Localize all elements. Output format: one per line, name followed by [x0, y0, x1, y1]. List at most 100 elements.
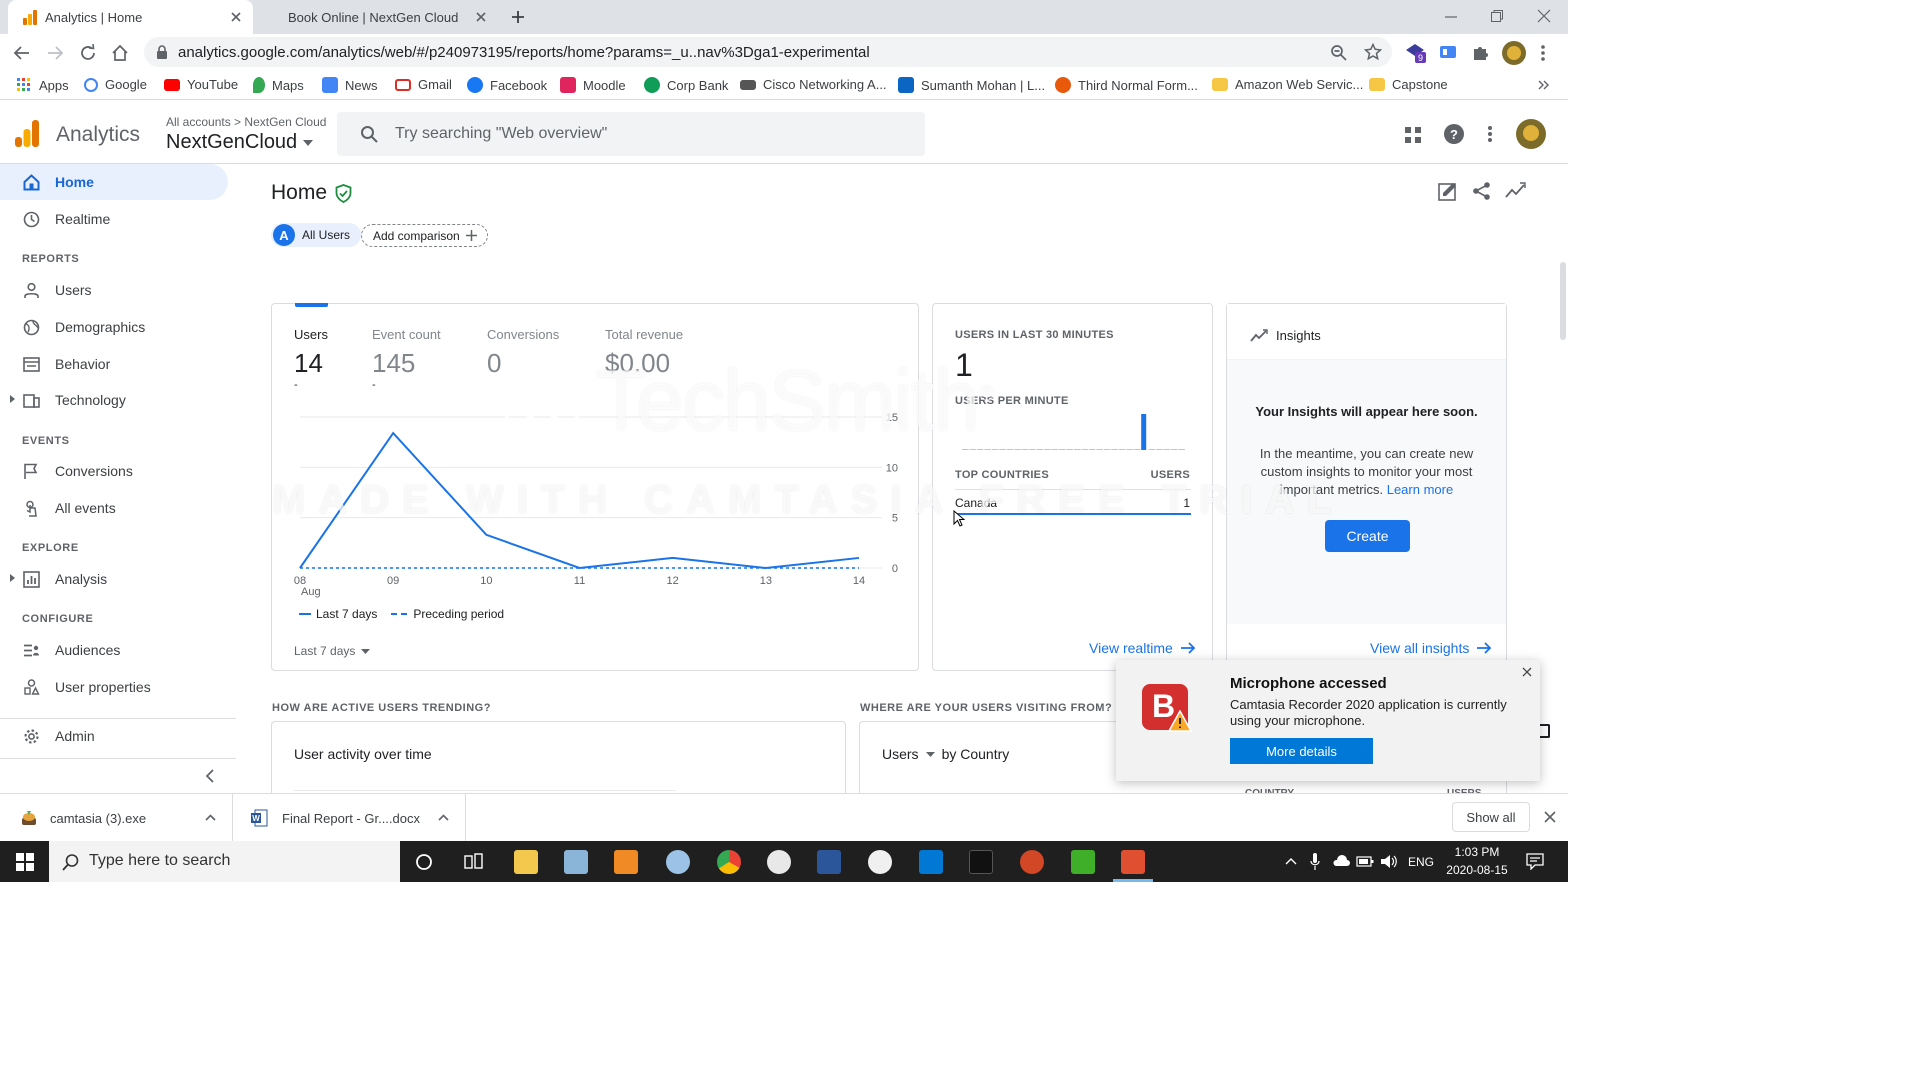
- more-details-button[interactable]: More details: [1230, 738, 1373, 764]
- account-avatar[interactable]: [1516, 119, 1546, 149]
- bookmark-apps[interactable]: Apps: [16, 77, 69, 93]
- metric-event-count[interactable]: Event count 145 -: [372, 327, 441, 391]
- nav-all-events[interactable]: All events: [0, 490, 228, 526]
- minimize-window-icon[interactable]: [1444, 10, 1458, 24]
- chrome-icon[interactable]: [717, 850, 741, 874]
- bookmark-gmail[interactable]: Gmail: [395, 77, 452, 92]
- zoom-icon[interactable]: [1330, 44, 1347, 61]
- nav-behavior[interactable]: Behavior: [0, 346, 228, 382]
- paint-icon[interactable]: [666, 850, 690, 874]
- battery-icon[interactable]: [1356, 855, 1374, 867]
- show-all-downloads-button[interactable]: Show all: [1452, 802, 1530, 832]
- new-tab-icon[interactable]: [510, 9, 526, 25]
- close-tab-icon[interactable]: [229, 10, 243, 24]
- profile-avatar[interactable]: [1502, 41, 1526, 65]
- restore-window-icon[interactable]: [1490, 9, 1504, 23]
- nav-realtime[interactable]: Realtime: [0, 201, 228, 237]
- microphone-icon[interactable]: [1310, 853, 1320, 870]
- close-tab-icon[interactable]: [474, 10, 488, 24]
- bookmark-google[interactable]: Google: [84, 77, 147, 92]
- property-selector[interactable]: NextGenCloud: [166, 131, 314, 154]
- download-item-final-report[interactable]: W Final Report - Gr....docx: [234, 794, 466, 842]
- clock-date[interactable]: 2020-08-15: [1444, 863, 1510, 877]
- onedrive-cloud-icon[interactable]: [1332, 855, 1350, 867]
- bookmark-aws-folder[interactable]: Amazon Web Servic...: [1212, 77, 1363, 92]
- word-icon[interactable]: [817, 850, 841, 874]
- bookmark-cisco[interactable]: Cisco Networking A...: [740, 77, 887, 92]
- reload-icon[interactable]: [79, 44, 97, 62]
- collapse-sidebar-chevron-icon[interactable]: [205, 769, 215, 783]
- nav-demographics[interactable]: Demographics: [0, 309, 228, 345]
- account-breadcrumb[interactable]: All accounts > NextGen Cloud: [166, 115, 326, 129]
- extension-badge-icon[interactable]: 9: [1404, 42, 1428, 64]
- bookmark-youtube[interactable]: YouTube: [164, 77, 238, 92]
- browser-menu-icon[interactable]: [1540, 44, 1546, 62]
- task-view-icon[interactable]: [464, 853, 484, 871]
- bookmark-maps[interactable]: Maps: [253, 77, 304, 93]
- analytics-logo-icon[interactable]: [14, 119, 40, 147]
- expand-caret-icon[interactable]: [10, 574, 15, 582]
- bookmark-facebook[interactable]: Facebook: [467, 77, 547, 93]
- nav-admin[interactable]: Admin: [0, 718, 228, 754]
- metric-users[interactable]: Users 14 -: [294, 327, 328, 391]
- address-bar[interactable]: analytics.google.com/analytics/web/#/p24…: [144, 37, 1392, 67]
- bookmark-linkedin[interactable]: Sumanth Mohan | L...: [898, 77, 1045, 93]
- action-center-icon[interactable]: [1526, 853, 1544, 870]
- country-metric-dropdown[interactable]: Users by Country: [882, 746, 1009, 762]
- taskbar-search-box[interactable]: Type here to search: [49, 841, 400, 882]
- bookmark-capstone-folder[interactable]: Capstone: [1369, 77, 1448, 92]
- segment-chip-all-users[interactable]: A All Users: [271, 223, 362, 247]
- nav-audiences[interactable]: Audiences: [0, 632, 228, 668]
- nav-technology[interactable]: Technology: [0, 382, 228, 418]
- back-arrow-icon[interactable]: [13, 44, 31, 62]
- share-icon[interactable]: [1472, 181, 1491, 201]
- extension-translate-icon[interactable]: [1439, 44, 1457, 60]
- show-hidden-icons-icon[interactable]: [1285, 857, 1297, 865]
- nav-users[interactable]: Users: [0, 272, 228, 308]
- camtasia-recorder-icon[interactable]: [1121, 850, 1145, 874]
- notepad-icon[interactable]: [564, 850, 588, 874]
- expand-caret-icon[interactable]: [10, 395, 15, 403]
- chevron-up-icon[interactable]: [205, 814, 216, 821]
- sublime-text-icon[interactable]: [614, 850, 638, 874]
- page-scrollbar[interactable]: [1560, 262, 1566, 340]
- cortana-icon[interactable]: [415, 853, 433, 871]
- apps-grid-icon[interactable]: [1405, 127, 1421, 143]
- tab-book-online[interactable]: Book Online | NextGen Cloud: [258, 0, 498, 34]
- nav-home[interactable]: Home: [0, 164, 228, 200]
- bookmark-news[interactable]: News: [322, 77, 378, 93]
- powerpoint-icon[interactable]: [1020, 850, 1044, 874]
- insights-sparkline-icon[interactable]: [1505, 182, 1526, 199]
- close-window-icon[interactable]: [1537, 9, 1551, 23]
- bookmark-third-normal-form[interactable]: Third Normal Form...: [1055, 77, 1198, 93]
- search-box[interactable]: Try searching "Web overview": [337, 112, 925, 156]
- bookmark-corp-bank[interactable]: Corp Bank: [644, 77, 728, 93]
- view-realtime-link[interactable]: View realtime: [1089, 640, 1196, 656]
- close-download-shelf-icon[interactable]: [1544, 811, 1556, 823]
- close-notification-icon[interactable]: [1522, 667, 1532, 677]
- date-range-selector[interactable]: Last 7 days: [294, 644, 371, 658]
- extensions-puzzle-icon[interactable]: [1472, 44, 1489, 61]
- itunes-icon[interactable]: [868, 850, 892, 874]
- tab-analytics-home[interactable]: Analytics | Home: [8, 0, 253, 34]
- language-indicator[interactable]: ENG: [1408, 855, 1434, 869]
- add-comparison-button[interactable]: Add comparison: [361, 224, 488, 247]
- bookmark-moodle[interactable]: Moodle: [560, 77, 626, 93]
- forward-arrow-icon[interactable]: [46, 44, 64, 62]
- lock-icon[interactable]: [156, 45, 168, 59]
- nav-conversions[interactable]: Conversions: [0, 453, 228, 489]
- acrobat-icon[interactable]: [969, 850, 993, 874]
- download-item-camtasia[interactable]: camtasia (3).exe: [0, 794, 233, 842]
- help-icon[interactable]: ?: [1444, 124, 1464, 144]
- clock-time[interactable]: 1:03 PM: [1448, 845, 1506, 859]
- create-insight-button[interactable]: Create: [1325, 520, 1410, 552]
- view-all-insights-link[interactable]: View all insights: [1370, 640, 1492, 656]
- nav-analysis[interactable]: Analysis: [0, 561, 228, 597]
- camtasia-green-icon[interactable]: [1071, 850, 1095, 874]
- windows-start-icon[interactable]: [16, 853, 34, 871]
- outlook-icon[interactable]: [919, 850, 943, 874]
- customize-report-icon[interactable]: [1438, 181, 1458, 201]
- bookmark-star-icon[interactable]: [1364, 43, 1382, 61]
- learn-more-link[interactable]: Learn more: [1387, 482, 1453, 497]
- more-bookmarks-chevron-icon[interactable]: [1538, 80, 1550, 90]
